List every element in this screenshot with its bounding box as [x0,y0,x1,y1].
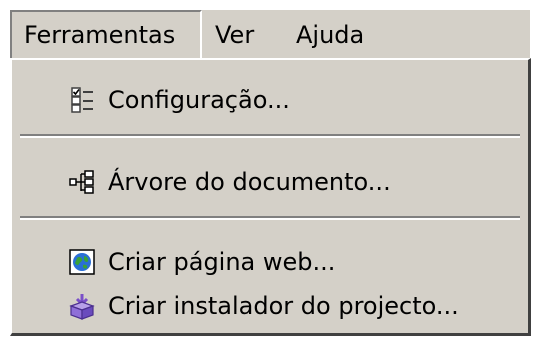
web-globe-icon [68,248,96,276]
menu-item-configuracao[interactable]: Configuração... [12,76,528,124]
menu-item-label: Criar página web... [108,248,336,276]
menu-ver[interactable]: Ver [215,10,254,60]
menu-separator [20,216,520,220]
tree-structure-icon [68,168,96,196]
menu-item-label: Configuração... [108,86,290,114]
menu-item-criar-instalador[interactable]: Criar instalador do projecto... [12,282,528,330]
installer-package-icon [68,292,96,320]
screen: Ferramentas Ver Ajuda Configuração... Ár… [0,0,540,342]
menu-ferramentas[interactable]: Ferramentas [10,10,202,60]
menu-item-criar-pagina-web[interactable]: Criar página web... [12,238,528,286]
menu-separator [20,134,520,138]
menu-item-label: Criar instalador do projecto... [108,292,459,320]
menu-item-label: Árvore do documento... [108,168,391,196]
menu-item-arvore-documento[interactable]: Árvore do documento... [12,158,528,206]
settings-checklist-icon [68,86,96,114]
menu-bar: Ferramentas Ver Ajuda [10,10,530,60]
ferramentas-dropdown: Configuração... Árvore do documento... C… [10,58,531,336]
menu-ajuda[interactable]: Ajuda [296,10,364,60]
